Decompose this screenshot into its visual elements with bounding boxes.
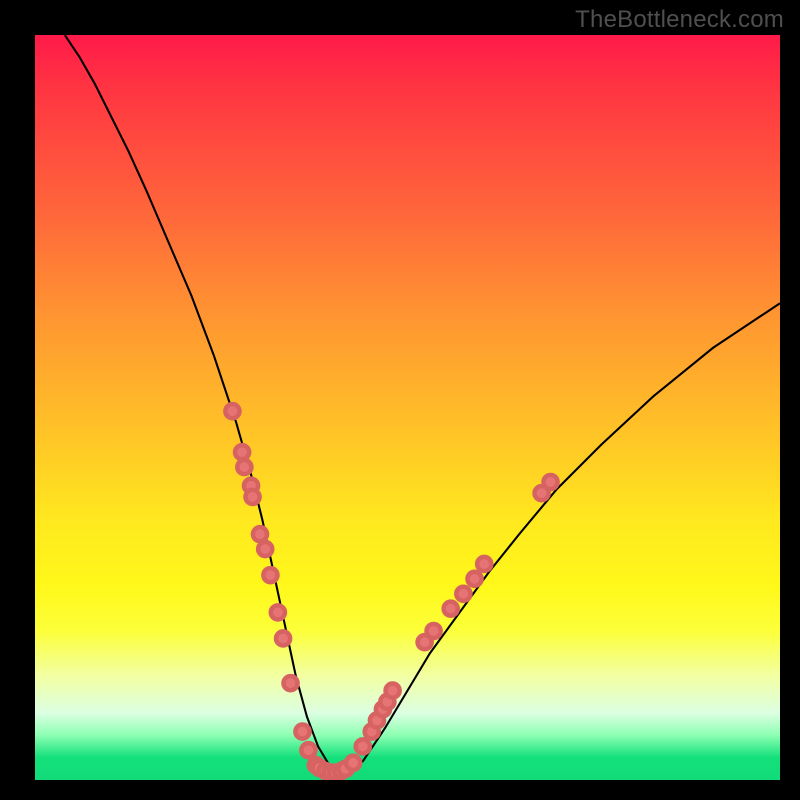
scatter-dot bbox=[346, 756, 360, 770]
scatter-dot bbox=[426, 624, 440, 638]
scatter-dot bbox=[356, 739, 370, 753]
scatter-dot bbox=[283, 676, 297, 690]
scatter-dot bbox=[253, 527, 267, 541]
watermark-text: TheBottleneck.com bbox=[575, 6, 784, 34]
scatter-dot bbox=[258, 542, 272, 556]
bottleneck-chart-svg bbox=[35, 35, 780, 780]
scatter-dot bbox=[276, 631, 290, 645]
scatter-dot bbox=[386, 684, 400, 698]
scatter-dot bbox=[543, 475, 557, 489]
bottleneck-curve bbox=[65, 35, 780, 773]
scatter-dot bbox=[271, 605, 285, 619]
scatter-dot bbox=[444, 602, 458, 616]
scatter-dot bbox=[237, 460, 251, 474]
scatter-dots-group bbox=[225, 404, 557, 779]
scatter-dot bbox=[225, 404, 239, 418]
chart-area bbox=[35, 35, 780, 780]
scatter-dot bbox=[245, 490, 259, 504]
scatter-dot bbox=[263, 568, 277, 582]
scatter-dot bbox=[295, 724, 309, 738]
scatter-dot bbox=[467, 572, 481, 586]
scatter-dot bbox=[456, 587, 470, 601]
scatter-dot bbox=[477, 557, 491, 571]
scatter-dot bbox=[235, 445, 249, 459]
scatter-dot bbox=[301, 743, 315, 757]
